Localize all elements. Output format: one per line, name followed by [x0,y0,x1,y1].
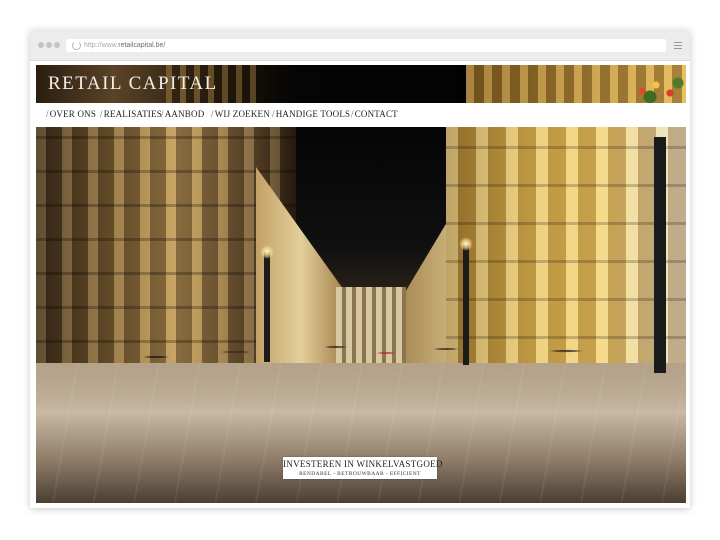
nav-item-wij-zoeken[interactable]: /WIJ ZOEKEN [211,109,270,119]
street-lamp-center [463,245,469,365]
tagline-main: INVESTEREN IN WINKELVASTGOED [283,459,443,469]
nav-label: OVER ONS [49,109,97,119]
url-domain: retailcapital.be/ [118,42,166,49]
street-pavement [36,363,686,503]
pedestrians [116,317,616,377]
lamp-glow-left [260,245,274,259]
street-lamp-right [654,137,666,373]
nav-label: WIJ ZOEKEN [214,109,270,119]
nav-label: HANDIGE TOOLS [275,109,351,119]
nav-label: AANBOD [164,109,205,119]
address-bar[interactable]: http://www.retailcapital.be/ [66,39,666,52]
address-url: http://www.retailcapital.be/ [84,39,165,52]
nav-item-over-ons[interactable]: /OVER ONS [46,109,96,119]
browser-toolbar: http://www.retailcapital.be/ [30,30,690,61]
flower-basket-image [632,71,686,103]
nav-item-contact[interactable]: /CONTACT [351,109,398,119]
menu-icon[interactable] [674,42,682,51]
header-banner: RETAIL CAPITAL [36,65,686,103]
hero-image: INVESTEREN IN WINKELVASTGOED RENDABEL - … [36,127,686,503]
nav-item-realisaties[interactable]: /REALISATIES [100,109,162,119]
nav-label: REALISATIES [103,109,162,119]
street-lamp-left [264,252,270,362]
nav-label: CONTACT [354,109,398,119]
nav-item-handige-tools[interactable]: /HANDIGE TOOLS [272,109,350,119]
main-navigation: /OVER ONS /REALISATIES /AANBOD /WIJ ZOEK… [36,103,686,127]
tagline-sub: RENDABEL - BETROUWBAAR - EFFICIENT [299,471,421,477]
site-logo[interactable]: RETAIL CAPITAL [48,73,218,95]
lamp-glow-center [459,237,473,251]
window-dots-icon[interactable] [38,42,62,60]
nav-item-aanbod[interactable]: /AANBOD [161,109,204,119]
url-prefix: http://www. [84,42,119,49]
website: RETAIL CAPITAL /OVER ONS /REALISATIES /A… [36,65,686,503]
browser-window: http://www.retailcapital.be/ RETAIL CAPI… [30,30,690,508]
hero-tagline: INVESTEREN IN WINKELVASTGOED RENDABEL - … [283,457,443,479]
reload-icon[interactable] [72,41,81,50]
